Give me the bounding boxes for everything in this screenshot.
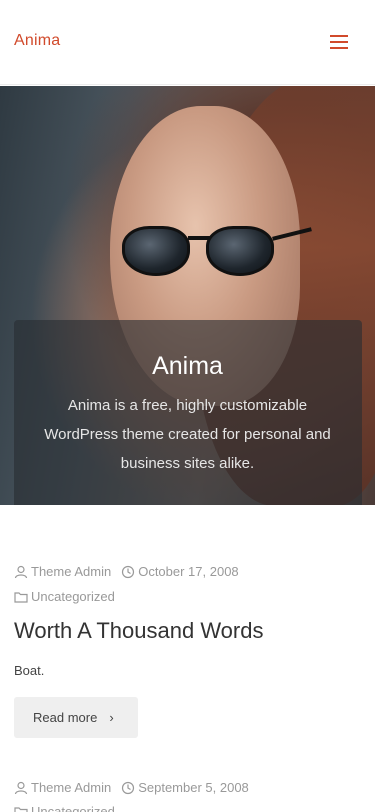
hamburger-icon-line — [330, 35, 348, 37]
post-title[interactable]: Worth A Thousand Words — [14, 618, 263, 644]
read-more-button[interactable]: Read more › — [14, 697, 138, 738]
site-header: Anima — [0, 0, 375, 85]
post-category-row: Uncategorized — [14, 589, 125, 604]
clock-icon — [122, 565, 135, 578]
folder-icon — [14, 591, 28, 603]
post-author[interactable]: Theme Admin — [14, 780, 111, 795]
post-category[interactable]: Uncategorized — [14, 589, 115, 604]
folder-icon — [14, 806, 28, 812]
post-excerpt: Boat. — [14, 663, 45, 678]
post-date[interactable]: October 17, 2008 — [121, 564, 239, 579]
read-more-label: Read more — [33, 710, 98, 725]
hero-description: Anima is a free, highly customizable Wor… — [44, 397, 331, 472]
site-title[interactable]: Anima — [14, 32, 60, 50]
post-author[interactable]: Theme Admin — [14, 564, 111, 579]
sunglasses-lens — [122, 226, 190, 276]
menu-button[interactable] — [326, 30, 352, 54]
author-name[interactable]: Theme Admin — [31, 780, 111, 795]
category-text[interactable]: Uncategorized — [31, 589, 115, 604]
post-meta: Theme Admin October 17, 2008 — [14, 564, 249, 579]
clock-icon — [122, 781, 135, 794]
post-date[interactable]: September 5, 2008 — [121, 780, 249, 795]
post-category[interactable]: Uncategorized — [14, 804, 115, 812]
hamburger-icon-line — [330, 47, 348, 49]
date-text[interactable]: September 5, 2008 — [138, 780, 249, 795]
sunglasses-bridge — [188, 236, 210, 240]
sunglasses-lens — [206, 226, 274, 276]
hero-title: Anima — [152, 352, 223, 380]
post-category-row: Uncategorized — [14, 804, 125, 812]
date-text[interactable]: October 17, 2008 — [138, 564, 238, 579]
chevron-right-icon: › — [109, 710, 114, 725]
author-name[interactable]: Theme Admin — [31, 564, 111, 579]
post-meta: Theme Admin September 5, 2008 — [14, 780, 259, 795]
category-text[interactable]: Uncategorized — [31, 804, 115, 812]
hamburger-icon-line — [330, 41, 348, 43]
user-icon — [14, 781, 28, 794]
user-icon — [14, 565, 28, 578]
